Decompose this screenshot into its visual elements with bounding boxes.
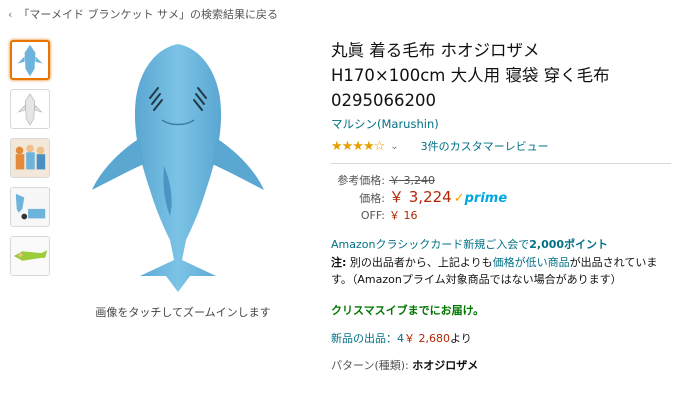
new-offers-label: 新品の出品：4 (331, 332, 404, 345)
product-main-image[interactable] (78, 40, 278, 298)
delivery-message: クリスマスイブまでにお届け。 (331, 304, 485, 317)
back-to-results-text: 「マーメイド ブランケット サメ」の検索結果に戻る (18, 8, 278, 21)
reviews-link[interactable]: 3件のカスタマーレビュー (421, 138, 549, 154)
back-to-results-link[interactable]: ‹ 「マーメイド ブランケット サメ」の検索結果に戻る (8, 6, 278, 22)
pattern-row: パターン(種類): ホオジロザメ (331, 357, 671, 373)
product-title-line: 0295066200 (331, 91, 436, 110)
zoom-hint-text: 画像をタッチしてズームインします (95, 306, 271, 319)
new-offers-link[interactable]: 新品の出品：4￥ 2,680より (331, 330, 671, 346)
prime-badge: ✓prime (454, 190, 507, 207)
lower-price-link[interactable]: 価格が低い商品 (493, 256, 570, 269)
price-label: 価格: (359, 192, 385, 205)
current-price-row: 価格: ￥ 3,224 ✓prime (331, 189, 671, 207)
product-title-line: H170×100cm 大人用 寝袋 穿く毛布 (331, 66, 610, 85)
brand-link[interactable]: マルシン(Marushin) (331, 116, 671, 132)
pattern-value: ホオジロザメ (412, 359, 479, 372)
thumbnail-lifestyle[interactable] (10, 187, 50, 227)
rating-row: ★★★★☆ ⌄ 3件のカスタマーレビュー (331, 138, 671, 154)
card-offer-text: Amazonクラシックカード新規ご入会で (331, 238, 530, 251)
product-info: 丸眞 着る毛布 ホオジロザメ H170×100cm 大人用 寝袋 穿く毛布 02… (331, 38, 671, 373)
list-price-label: 参考価格: (337, 174, 385, 187)
lifestyle-thumbnail-image (11, 188, 49, 226)
credit-card-offer-link[interactable]: Amazonクラシックカード新規ご入会で2,000ポイント (331, 236, 671, 252)
thumbnail-green-shark[interactable] (10, 236, 50, 276)
people-thumbnail-image (11, 139, 49, 177)
discount-label: OFF: (360, 209, 385, 222)
discount-value: ￥ 16 (389, 209, 418, 222)
new-offers-price: ￥ 2,680 (404, 332, 450, 345)
thumbnail-white-shark[interactable] (10, 89, 50, 129)
thumbnail-blue-shark[interactable] (10, 40, 50, 80)
shark-thumbnail-image (17, 44, 43, 77)
star-rating-icon[interactable]: ★★★★☆ (331, 139, 385, 154)
price-value: ￥ 3,224 (389, 188, 452, 206)
lower-price-note: 注: 別の出品者から、上記よりも価格が低い商品が出品されています。（Amazon… (331, 254, 671, 288)
white-shark-thumbnail-image (17, 93, 43, 126)
product-title: 丸眞 着る毛布 ホオジロザメ H170×100cm 大人用 寝袋 穿く毛布 02… (331, 38, 671, 113)
thumbnail-people[interactable] (10, 138, 50, 178)
product-title-line: 丸眞 着る毛布 ホオジロザメ (331, 41, 540, 60)
chevron-left-icon: ‹ (8, 7, 13, 21)
divider (331, 163, 671, 164)
prime-check-icon: ✓ (453, 191, 465, 206)
discount-row: OFF: ￥ 16 (331, 207, 671, 224)
prime-label: prime (464, 191, 508, 206)
chevron-down-icon[interactable]: ⌄ (390, 141, 398, 152)
list-price-value: ￥ 3,240 (389, 174, 435, 187)
card-offer-points: 2,000ポイント (529, 238, 609, 251)
green-shark-thumbnail-image (11, 237, 49, 275)
note-text: 別の出品者から、上記よりも (346, 256, 493, 269)
list-price-row: 参考価格: ￥ 3,240 (331, 172, 671, 189)
shark-blanket-image (92, 44, 264, 292)
note-label: 注: (331, 256, 347, 269)
new-offers-suffix: より (450, 332, 472, 345)
thumbnail-list (10, 40, 52, 285)
pattern-label: パターン(種類): (331, 359, 409, 372)
